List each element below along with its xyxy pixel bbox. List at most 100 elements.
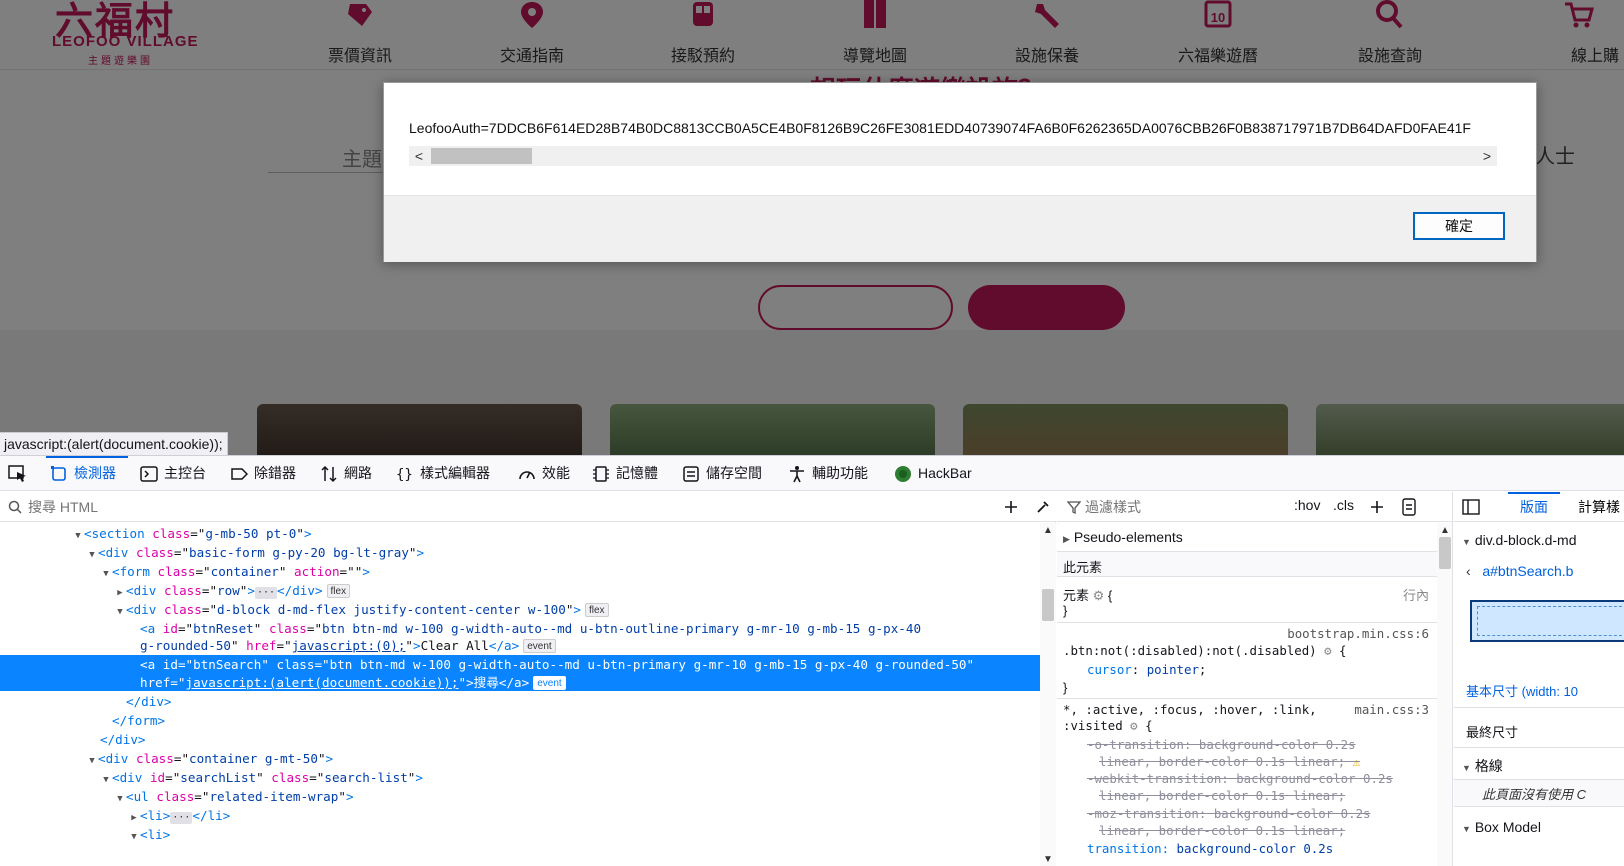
scrollbar-thumb[interactable]: [431, 148, 532, 164]
tree-node[interactable]: ▼ <li>: [0, 825, 1040, 844]
final-size: 最終尺寸: [1466, 725, 1519, 740]
box-model-section-toggle[interactable]: ▼ Box Model: [1462, 819, 1624, 835]
expanded-arrow-icon: ▼: [1462, 763, 1471, 773]
filter-styles-input[interactable]: [1085, 497, 1285, 517]
expanded-arrow-icon: ▼: [1462, 537, 1471, 547]
scroll-up-arrow-icon[interactable]: ▲: [1040, 525, 1056, 536]
scroll-down-arrow-icon[interactable]: ▼: [1040, 854, 1056, 865]
grid-empty-note: 此頁面沒有使用 C: [1482, 787, 1587, 802]
eyedropper-icon[interactable]: [1035, 499, 1051, 515]
website-viewport: 六福村 LEOFOO VILLAGE 主題遊樂園 票價資訊 交通指南 接駁預約 …: [0, 0, 1624, 455]
overridden-declaration-cont: linear, border-color 0.1s linear; ⚠: [1099, 754, 1361, 769]
add-rule-icon[interactable]: [1369, 499, 1385, 515]
tree-node-close[interactable]: </form>: [0, 711, 1040, 730]
grid-section-toggle[interactable]: ▼ 格線: [1462, 756, 1624, 776]
back-arrow-icon[interactable]: ‹: [1466, 563, 1471, 579]
console-icon: [140, 466, 158, 482]
element-picker-button[interactable]: [8, 456, 30, 491]
alert-horizontal-scrollbar[interactable]: < >: [409, 146, 1497, 166]
box-model-preview: [1470, 600, 1624, 642]
tree-node[interactable]: ▼ <div id="searchList" class="search-list…: [0, 768, 1040, 787]
rule-selector[interactable]: *, :active, :focus, :hover, :link,: [1063, 702, 1317, 717]
rule-declaration[interactable]: cursor: pointer;: [1087, 662, 1206, 677]
rule-selector[interactable]: .btn:not(:disabled):not(.disabled) ⚙ {: [1063, 643, 1347, 658]
accessibility-icon: [790, 466, 804, 483]
overridden-declaration[interactable]: -webkit-transition: background-color 0.2…: [1087, 771, 1393, 786]
flex-badge[interactable]: flex: [326, 584, 351, 598]
rules-list: ▶ Pseudo-elements 此元素 元素 ⚙ { 行內 } bootst…: [1057, 523, 1437, 866]
tab-label: 除錯器: [254, 465, 296, 481]
tree-node-btn-reset-cont[interactable]: g-rounded-50" href="javascript:(0);">Cle…: [0, 636, 1040, 655]
flex-badge[interactable]: flex: [585, 603, 609, 617]
tree-node[interactable]: ▶ <div class="row"> ··· </div> flex: [0, 581, 1040, 600]
tab-style-editor[interactable]: {} 樣式編輯器: [396, 456, 506, 491]
tab-hackbar[interactable]: HackBar: [894, 456, 984, 491]
flex-item-breadcrumb[interactable]: ‹ a#btnSearch.b: [1466, 563, 1624, 579]
flex-container-header[interactable]: ▼ div.d-block.d-md: [1462, 532, 1624, 548]
hackbar-icon: [895, 466, 911, 482]
gear-icon: ⚙: [1130, 718, 1138, 733]
inline-label: 行內: [1402, 588, 1429, 603]
scroll-right-arrow-icon[interactable]: >: [1477, 146, 1497, 166]
rule-declaration[interactable]: transition: background-color 0.2s: [1087, 841, 1333, 856]
tab-accessibility[interactable]: 輔助功能: [788, 456, 878, 491]
rules-scrollbar[interactable]: ▲: [1437, 523, 1452, 866]
tab-label: 主控台: [164, 465, 206, 481]
tree-node-close[interactable]: </div>: [0, 730, 1040, 749]
tree-node[interactable]: ▼ <div class="container g-mt-50">: [0, 749, 1040, 768]
tab-computed[interactable]: 計算樣: [1578, 492, 1620, 522]
scrollbar-thumb[interactable]: [1042, 589, 1054, 621]
expanded-arrow-icon[interactable]: ▼: [128, 828, 140, 847]
rule-source-link[interactable]: bootstrap.min.css:6: [1287, 626, 1429, 641]
alert-dialog: LeofooAuth=7DDCB6F614ED28B74B0DC8813CCB0…: [383, 82, 1537, 262]
toggle-sidebar-icon[interactable]: [1462, 499, 1480, 515]
layout-panel: 版面 計算樣 ▼ div.d-block.d-md ‹ a#btnSearch.…: [1454, 492, 1624, 866]
html-panel: ▼<section class="g-mb-50 pt-0"> ▼<div cl…: [0, 492, 1056, 866]
event-badge[interactable]: event: [533, 676, 566, 690]
tree-node[interactable]: ▼ <form class="container" action="">: [0, 562, 1040, 581]
rules-toolbar: :hov .cls: [1057, 492, 1452, 522]
tree-node-close[interactable]: </div>: [0, 692, 1040, 711]
scrollbar-thumb[interactable]: [1439, 537, 1451, 569]
tree-node[interactable]: ▼ <div class="basic-form g-py-20 bg-lt-gr…: [0, 543, 1040, 562]
inspector-icon: [51, 466, 66, 481]
ok-button[interactable]: 確定: [1413, 212, 1505, 240]
search-html-input[interactable]: [28, 497, 978, 517]
scroll-left-arrow-icon[interactable]: <: [409, 146, 429, 166]
tree-node[interactable]: ▶ <li> ··· </li>: [0, 806, 1040, 825]
tree-node[interactable]: ▼ <div class="d-block d-md-flex justify-c…: [0, 600, 1040, 619]
tab-performance[interactable]: 效能: [518, 456, 578, 491]
overridden-declaration[interactable]: -o-transition: background-color 0.2s: [1087, 737, 1356, 752]
overridden-declaration[interactable]: -moz-transition: background-color 0.2s: [1087, 806, 1370, 821]
print-simulation-icon[interactable]: [1401, 498, 1417, 516]
html-search-bar: [0, 492, 1056, 522]
basic-size: 基本尺寸 (width: 10: [1466, 684, 1579, 699]
tab-storage[interactable]: 儲存空間: [682, 456, 772, 491]
tree-node[interactable]: ▼ <section class="g-mb-50 pt-0">: [0, 524, 1040, 543]
tree-node-btn-search-cont[interactable]: href="javascript:(alert(document.cookie)…: [0, 673, 1040, 691]
tab-console[interactable]: 主控台: [140, 456, 214, 491]
scroll-up-arrow-icon[interactable]: ▲: [1437, 525, 1452, 536]
pseudo-elements-toggle[interactable]: ▶ Pseudo-elements: [1063, 529, 1183, 545]
gear-icon: ⚙: [1324, 643, 1332, 658]
tab-network[interactable]: 網路: [320, 456, 380, 491]
element-rule[interactable]: 元素 ⚙ {: [1063, 585, 1112, 604]
tab-layout[interactable]: 版面: [1508, 492, 1560, 522]
tree-node-btn-search-selected[interactable]: <a id="btnSearch" class="btn btn-md w-10…: [0, 655, 1040, 674]
html-tree-scrollbar[interactable]: ▲ ▼: [1040, 523, 1056, 866]
rule-source-link[interactable]: main.css:3: [1354, 702, 1429, 717]
alert-footer: [384, 195, 1536, 262]
tab-inspector[interactable]: 檢測器: [46, 456, 128, 491]
tab-debugger[interactable]: 除錯器: [230, 456, 304, 491]
tree-node[interactable]: ▼ <ul class="related-item-wrap">: [0, 787, 1040, 806]
devtools-toolbar: 檢測器 主控台 除錯器 網路 {} 樣式編輯器 效能 記憶體 儲存空間 輔助功能…: [0, 456, 1624, 491]
add-node-icon[interactable]: [1003, 499, 1019, 515]
collapsed-children-ellipsis[interactable]: ···: [170, 812, 193, 824]
tab-memory[interactable]: 記憶體: [592, 456, 666, 491]
rule-selector-cont[interactable]: :visited ⚙ {: [1063, 718, 1153, 733]
collapsed-children-ellipsis[interactable]: ···: [254, 587, 278, 599]
hover-state-toggle[interactable]: :hov: [1294, 497, 1320, 513]
event-badge[interactable]: event: [523, 639, 556, 653]
class-toggle[interactable]: .cls: [1333, 497, 1354, 513]
warning-icon[interactable]: ⚠: [1353, 754, 1360, 769]
